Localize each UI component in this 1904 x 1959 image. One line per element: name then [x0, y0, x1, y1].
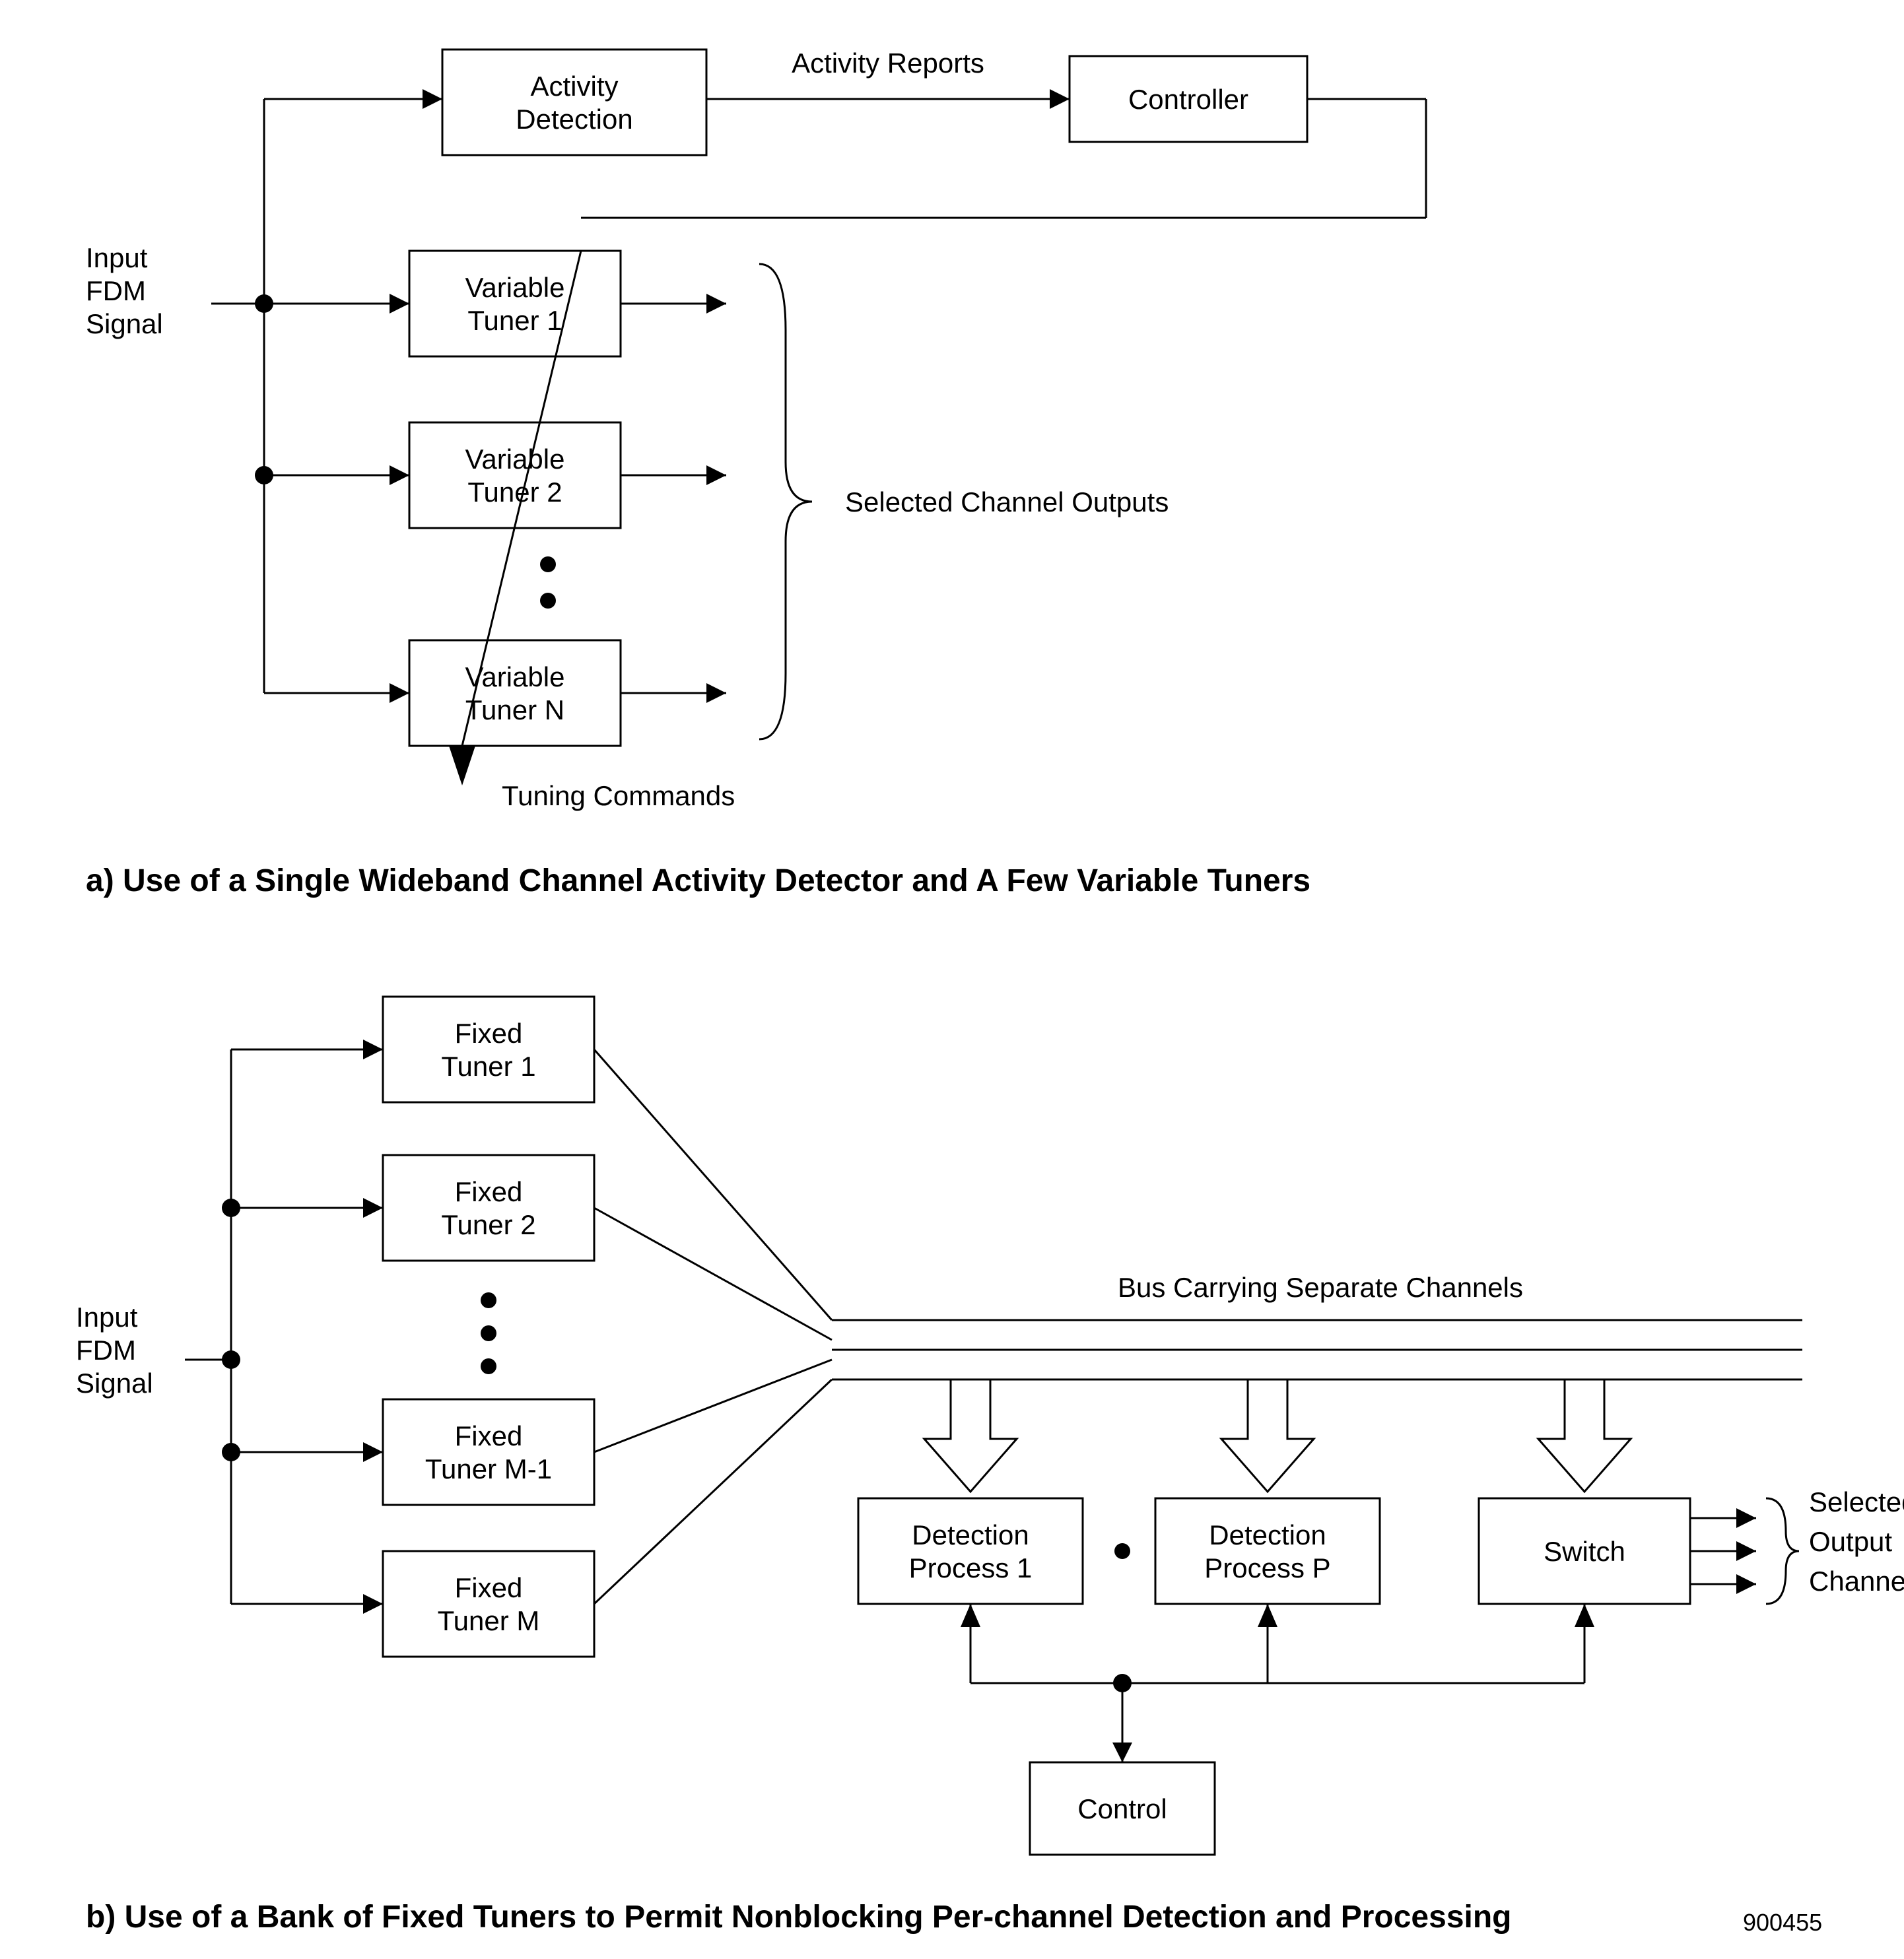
fixed-tuner-1-box: [383, 997, 594, 1102]
b-input-l3: Signal: [76, 1368, 153, 1399]
variable-tuner-n-box: [409, 640, 621, 746]
ftm1-l1: Fixed: [455, 1420, 523, 1451]
vt2-l2: Tuner 2: [467, 477, 562, 508]
sel-l1: Selected: [1809, 1486, 1904, 1517]
detection-process-1-box: [858, 1498, 1083, 1604]
bus-label: Bus Carrying Separate Channels: [1118, 1272, 1523, 1303]
ft1-l1: Fixed: [455, 1018, 523, 1049]
activity-l2: Detection: [516, 104, 632, 135]
b-input-l2: FDM: [76, 1335, 136, 1366]
bus-arrow-3: [1538, 1379, 1631, 1492]
b-input-l1: Input: [76, 1302, 138, 1333]
sel-l3: Channels: [1809, 1566, 1904, 1597]
vt1-l1: Variable: [465, 272, 565, 303]
detection-process-p-box: [1155, 1498, 1380, 1604]
ftm1-l2: Tuner M-1: [425, 1453, 552, 1484]
activity-reports-label: Activity Reports: [792, 48, 984, 79]
bus-arrow-1: [924, 1379, 1017, 1492]
dpp-l2: Process P: [1204, 1552, 1330, 1583]
caption-b: b) Use of a Bank of Fixed Tuners to Perm…: [86, 1900, 1511, 1935]
diagram-a: Input FDM Signal Activity Detection Acti…: [86, 48, 1426, 898]
vt1-l2: Tuner 1: [467, 305, 562, 336]
fixed-tuner-m-box: [383, 1551, 594, 1657]
fixed-tuner-2-box: [383, 1155, 594, 1261]
dp1-l2: Process 1: [909, 1552, 1033, 1583]
ft2-l1: Fixed: [455, 1176, 523, 1207]
sel-l2: Output: [1809, 1526, 1892, 1557]
tuning-commands-label: Tuning Commands: [502, 780, 735, 811]
bus-arrow-2: [1221, 1379, 1314, 1492]
input-label-l2: FDM: [86, 275, 146, 306]
control-label: Control: [1077, 1793, 1167, 1824]
variable-tuner-2-box: [409, 422, 621, 528]
diagram-b: Input FDM Signal Fixed Tuner 1 Fixed Tun…: [76, 997, 1904, 1936]
ftm-l2: Tuner M: [438, 1605, 540, 1636]
ft2-l2: Tuner 2: [441, 1209, 535, 1240]
selected-outputs-label: Selected Channel Outputs: [845, 486, 1169, 517]
vtn-l2: Tuner N: [465, 694, 564, 725]
variable-tuner-1-box: [409, 251, 621, 356]
ftm-l1: Fixed: [455, 1572, 523, 1603]
ft1-l2: Tuner 1: [441, 1051, 535, 1082]
controller-label: Controller: [1128, 84, 1248, 115]
input-label-l3: Signal: [86, 308, 163, 339]
vt2-l1: Variable: [465, 444, 565, 475]
switch-label: Switch: [1544, 1536, 1625, 1567]
fig-id: 900455: [1743, 1909, 1822, 1936]
fixed-tuner-m1-box: [383, 1399, 594, 1505]
diagram-svg: Input FDM Signal Activity Detection Acti…: [0, 0, 1904, 1959]
dp1-l1: Detection: [912, 1519, 1029, 1550]
activity-detection-box: [442, 50, 706, 155]
activity-l1: Activity: [530, 71, 618, 102]
caption-a: a) Use of a Single Wideband Channel Acti…: [86, 863, 1310, 898]
input-label-l1: Input: [86, 242, 148, 273]
dpp-l1: Detection: [1209, 1519, 1326, 1550]
vtn-l1: Variable: [465, 661, 565, 692]
